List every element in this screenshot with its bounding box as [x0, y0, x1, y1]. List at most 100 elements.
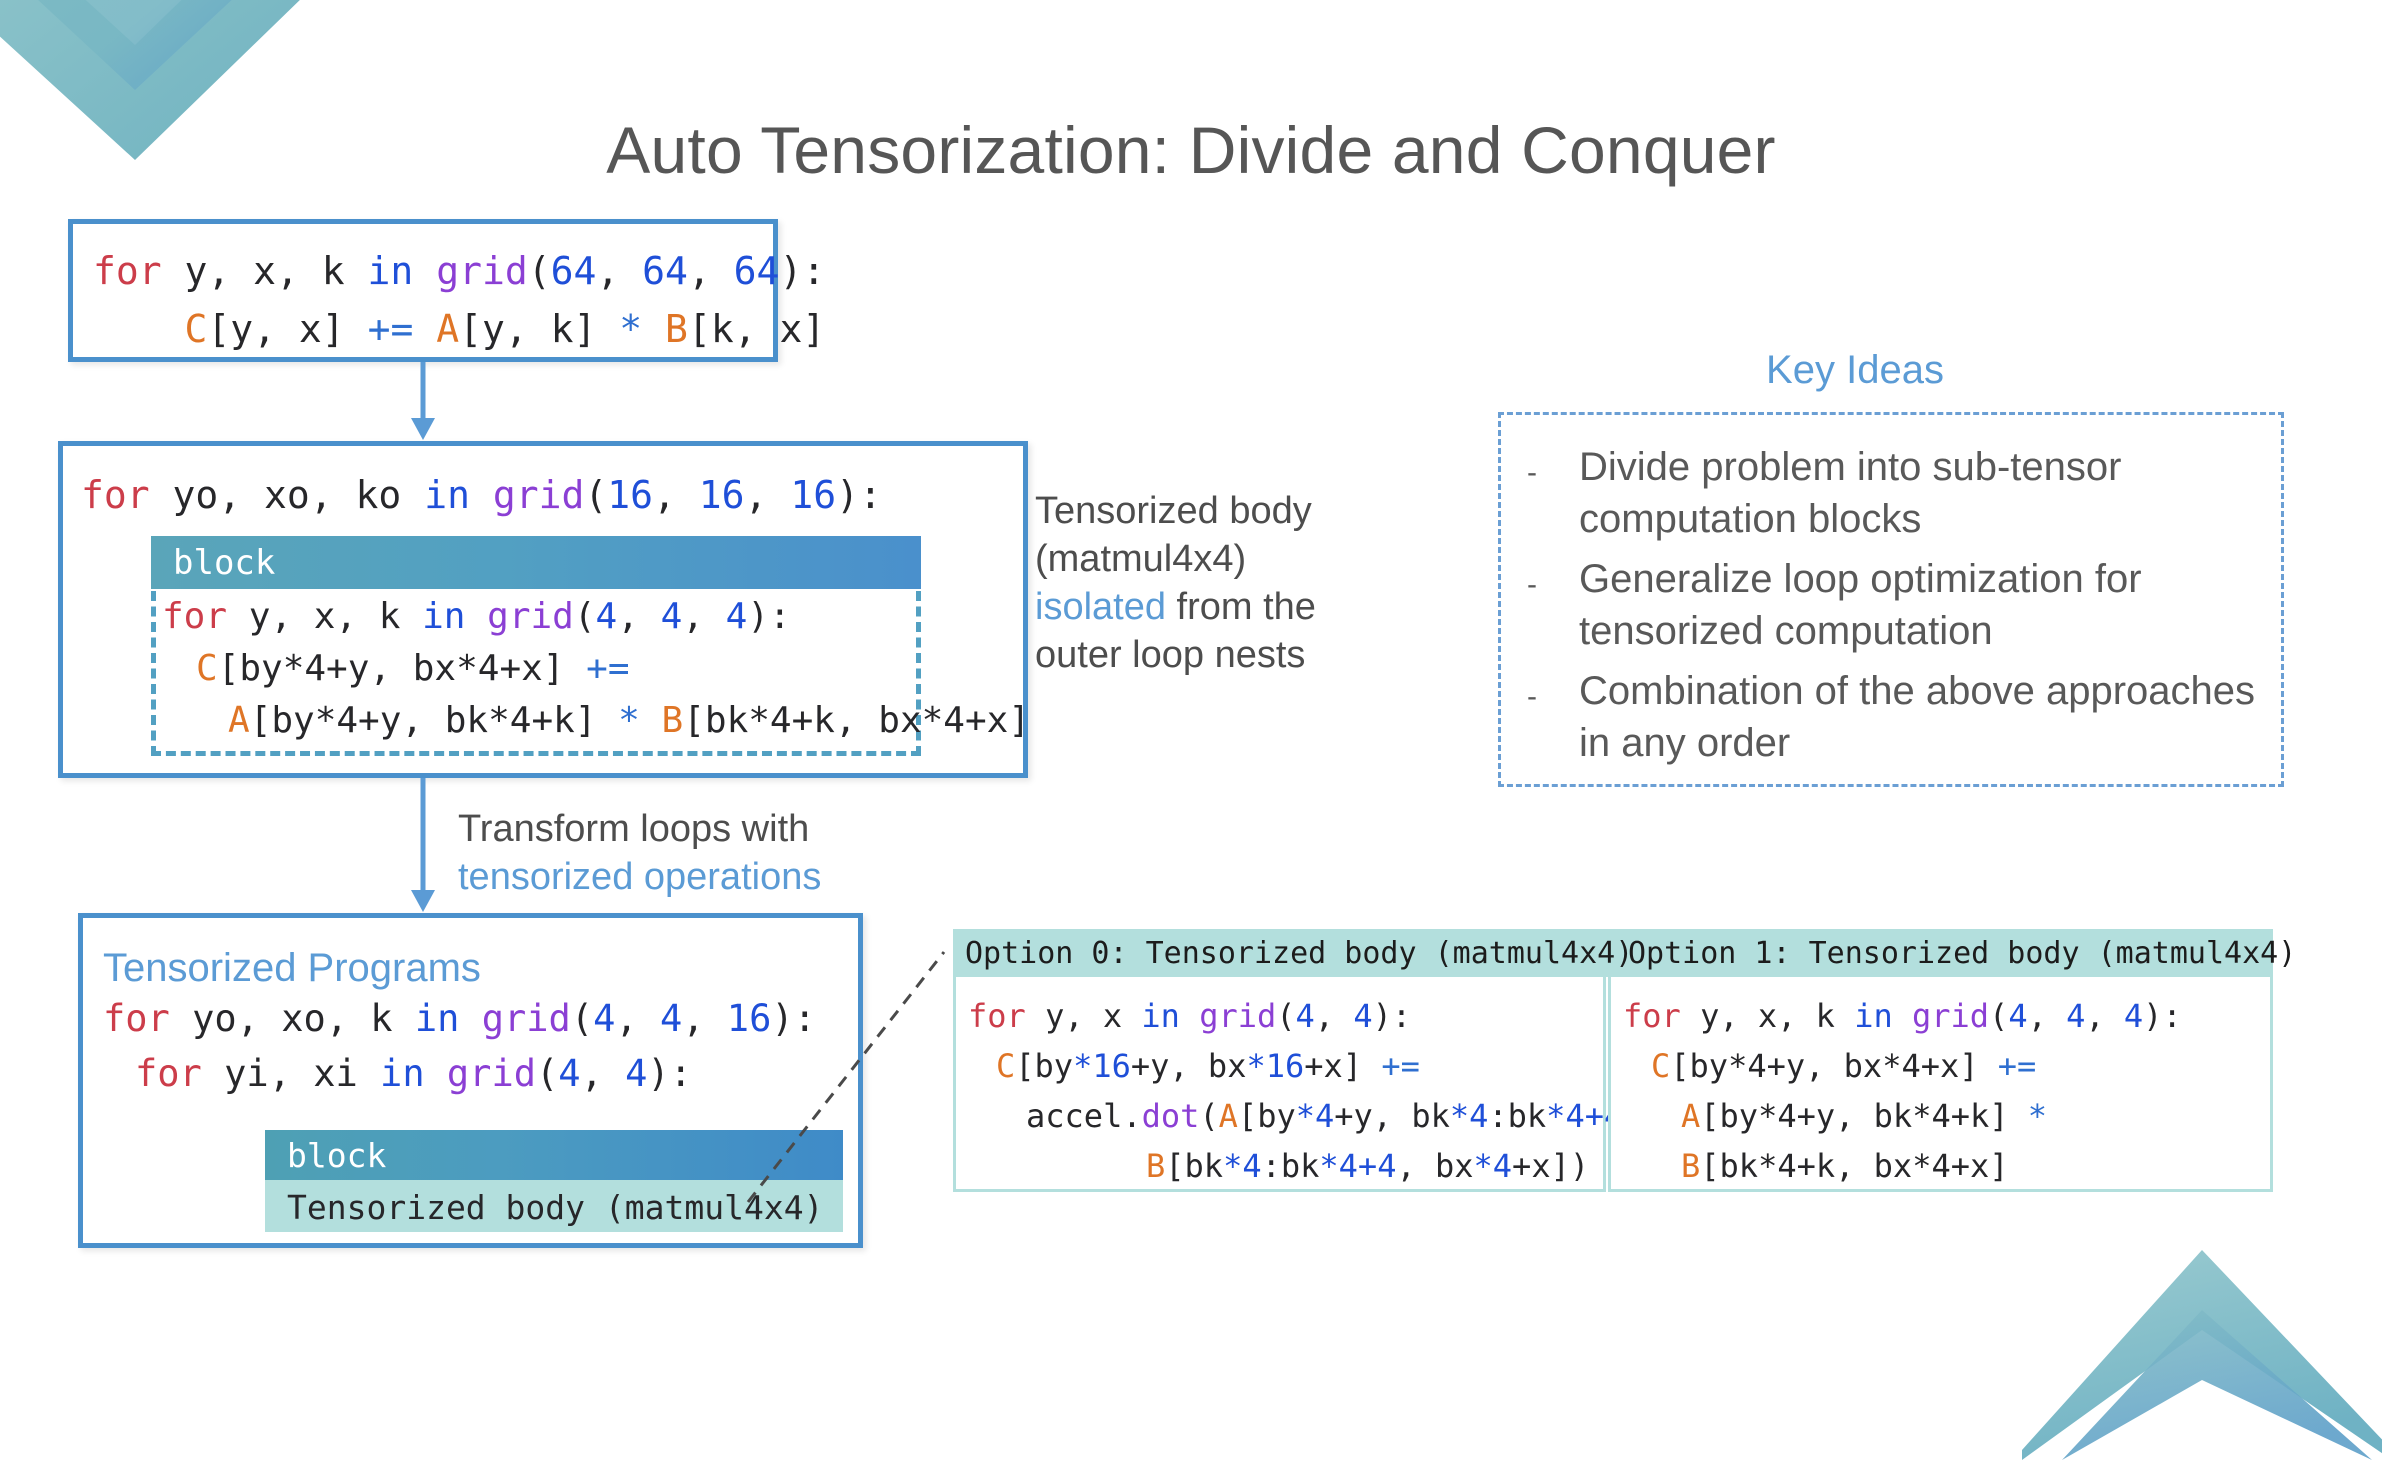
- option-1-panel[interactable]: for y, x, k in grid(4, 4, 4): C[by*4+y, …: [1608, 977, 2273, 1192]
- slide-canvas: Auto Tensorization: Divide and Conquer f…: [0, 0, 2382, 1460]
- flow-arrow-1: [408, 362, 438, 442]
- page-title: Auto Tensorization: Divide and Conquer: [606, 113, 1776, 187]
- tensor-b: B: [1146, 1147, 1166, 1185]
- grid-arg: 16: [607, 473, 654, 517]
- leader-line-to-options: [740, 930, 980, 1210]
- index-scale: *4: [1319, 1147, 1358, 1185]
- code-line: for y, x, k in grid(64, 64, 64):: [73, 224, 825, 300]
- func-grid: grid: [1911, 997, 1990, 1035]
- index-expr: [by*4+y, bk*4+k]: [1700, 1097, 2028, 1135]
- tensor-c: C: [1651, 1047, 1671, 1085]
- annotation-highlight-isolated: isolated: [1035, 586, 1166, 628]
- paren: (: [1199, 1097, 1219, 1135]
- code-line: for y, x in grid(4, 4):: [956, 977, 1603, 1041]
- keyword-for: for: [135, 1052, 202, 1095]
- index-scale: *16: [1073, 1047, 1131, 1085]
- tensor-c: C: [196, 648, 218, 689]
- func-grid: grid: [1199, 997, 1277, 1035]
- code-line: B[bk*4:bk*4+4, bx*4+x]): [956, 1141, 1603, 1191]
- index-expr: [y, k]: [459, 307, 620, 351]
- loop-vars: yo, xo, k: [169, 997, 415, 1040]
- annotation-transform-loops: Transform loops with tensorized operatio…: [458, 805, 878, 901]
- code-line: accel.dot(A[by*4+y, bk*4:bk*4+4],: [956, 1091, 1662, 1141]
- code-line: for yo, xo, ko in grid(16, 16, 16):: [63, 446, 1023, 519]
- index-expr: +y, bk: [1334, 1097, 1450, 1135]
- grid-arg: 16: [698, 473, 745, 517]
- grid-arg: 4: [2066, 997, 2086, 1035]
- option-0-header: Option 0: Tensorized body (matmul4x4): [965, 936, 1634, 971]
- tensor-a: A: [436, 307, 460, 351]
- func-grid: grid: [487, 596, 574, 637]
- bullet-dash-icon: -: [1527, 680, 1537, 713]
- tail: ):: [2143, 997, 2182, 1035]
- sep: ,: [2085, 997, 2124, 1035]
- func-dot: dot: [1141, 1097, 1200, 1135]
- index-expr: :bk: [1261, 1147, 1320, 1185]
- code-box-original-program: for y, x, k in grid(64, 64, 64): C[y, x]…: [68, 219, 826, 362]
- grid-arg: 4: [1353, 997, 1373, 1035]
- option-1-header: Option 1: Tensorized body (matmul4x4): [1628, 936, 2297, 971]
- paren: (: [1989, 997, 2009, 1035]
- key-ideas-box: - Divide problem into sub-tensor computa…: [1498, 412, 2284, 787]
- code-line: C[y, x] += A[y, k] * B[k, x]: [73, 300, 826, 358]
- keyword-for: for: [162, 596, 228, 637]
- sep: ,: [615, 997, 660, 1040]
- loop-vars: yo, xo, ko: [149, 473, 425, 517]
- grid-arg: 16: [790, 473, 837, 517]
- grid-arg: 4: [725, 596, 748, 637]
- op-plus-equals: +=: [586, 648, 630, 689]
- keyword-in: in: [380, 1052, 425, 1095]
- paren: (: [584, 473, 608, 517]
- code-line: C[by*4+y, bx*4+x] +=: [1611, 1041, 2270, 1091]
- index-scale: *4: [1223, 1147, 1262, 1185]
- list-item: - Combination of the above approaches in…: [1527, 665, 2257, 769]
- tensor-c: C: [996, 1047, 1016, 1085]
- loop-vars: y, x, k: [161, 249, 368, 293]
- tensor-b: B: [661, 700, 684, 741]
- index-offset: +4: [1357, 1147, 1397, 1185]
- tensor-a: A: [1218, 1097, 1238, 1135]
- paren: (: [570, 997, 594, 1040]
- key-ideas-list: - Divide problem into sub-tensor computa…: [1501, 415, 2281, 769]
- index-expr: [bk: [1165, 1147, 1224, 1185]
- index-expr: [by*4+y, bx*4+x]: [1670, 1047, 1998, 1085]
- grid-arg: 64: [550, 249, 597, 293]
- block-banner-label: block: [173, 543, 276, 583]
- index-expr: :bk: [1488, 1097, 1547, 1135]
- sep: ,: [744, 473, 791, 517]
- index-scale: *4: [1546, 1097, 1585, 1135]
- list-item-label: Combination of the above approaches in a…: [1579, 669, 2256, 765]
- grid-arg: 4: [659, 997, 683, 1040]
- tail: ):: [647, 1052, 692, 1095]
- option-0-panel[interactable]: for y, x in grid(4, 4): C[by*16+y, bx*16…: [953, 977, 1662, 1192]
- bullet-dash-icon: -: [1527, 456, 1537, 489]
- options-header-band: Option 0: Tensorized body (matmul4x4) Op…: [953, 929, 2297, 977]
- tail: ):: [779, 249, 826, 293]
- sep: ,: [682, 596, 726, 637]
- paren: (: [536, 1052, 559, 1095]
- tensor-b: B: [1681, 1147, 1701, 1185]
- list-item-label: Divide problem into sub-tensor computati…: [1579, 445, 2122, 541]
- keyword-in: in: [1854, 997, 1893, 1035]
- annotation-highlight-tensorized-operations: tensorized operations: [458, 856, 822, 898]
- index-expr: +y, bx: [1130, 1047, 1247, 1085]
- index-expr: [by: [1015, 1047, 1074, 1085]
- dashed-connector-icon: [746, 951, 946, 1203]
- keyword-in: in: [414, 997, 460, 1040]
- tensor-b: B: [665, 307, 688, 351]
- grid-arg: 4: [2008, 997, 2028, 1035]
- grid-arg: 64: [642, 249, 688, 293]
- op-plus-equals: +=: [367, 307, 414, 351]
- func-grid: grid: [492, 473, 585, 517]
- tensor-c: C: [184, 307, 208, 351]
- arrow-down-icon: [411, 778, 435, 912]
- keyword-in: in: [424, 473, 470, 517]
- bullet-dash-icon: -: [1527, 568, 1537, 601]
- op-multiply: *: [2027, 1097, 2048, 1135]
- annotation-line: (matmul4x4): [1035, 538, 1247, 580]
